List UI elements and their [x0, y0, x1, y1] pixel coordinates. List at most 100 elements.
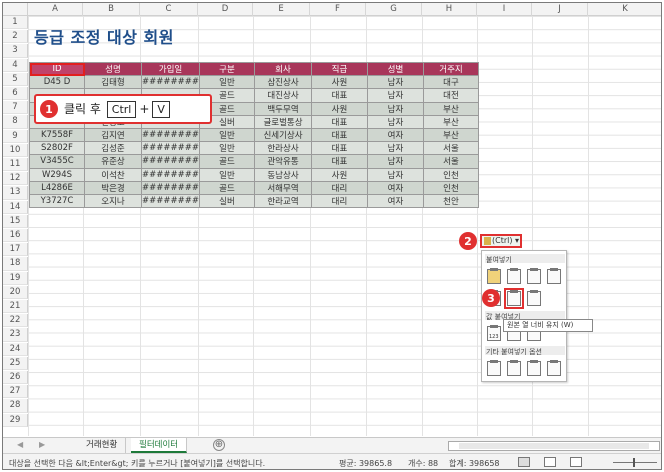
row-number[interactable]: 11 [3, 158, 28, 172]
sheet-tab-filter-data[interactable]: 필터데이터 [131, 438, 188, 453]
row-number[interactable]: 18 [3, 257, 28, 271]
table-cell[interactable]: 김지연 [84, 127, 142, 143]
table-cell[interactable]: 골드 [199, 154, 255, 169]
header-cell[interactable]: 회사 [254, 61, 312, 77]
row-number[interactable]: 8 [3, 115, 28, 129]
row-number[interactable]: 14 [3, 200, 28, 214]
table-cell[interactable]: 남자 [367, 114, 424, 129]
zoom-slider[interactable] [613, 458, 657, 467]
table-cell[interactable]: V3455C [29, 154, 85, 169]
header-cell-id[interactable]: ID [29, 61, 85, 77]
table-cell[interactable]: 서울 [423, 154, 479, 169]
row-number[interactable]: 7 [3, 101, 28, 115]
table-cell[interactable]: 한라상사 [254, 141, 312, 156]
scrollbar-thumb[interactable] [459, 443, 649, 449]
page-break-view-icon[interactable] [570, 457, 582, 467]
column-g[interactable]: G [366, 3, 422, 16]
row-number[interactable]: 29 [3, 413, 28, 427]
table-cell[interactable]: 실버 [199, 193, 255, 209]
table-cell[interactable]: ######## [141, 154, 200, 169]
table-cell[interactable]: 오지나 [84, 193, 142, 209]
row-number[interactable]: 28 [3, 399, 28, 413]
paste-formulas-icon[interactable] [507, 268, 521, 284]
table-cell[interactable]: 일반 [199, 167, 255, 182]
transpose-icon[interactable] [527, 290, 541, 306]
sheet-nav-left-icon[interactable]: ◀ [17, 440, 23, 449]
table-cell[interactable]: 동남상사 [254, 167, 312, 182]
row-number[interactable]: 5 [3, 72, 28, 86]
page-layout-view-icon[interactable] [544, 457, 556, 467]
table-cell[interactable]: 김성준 [84, 141, 142, 156]
table-cell[interactable]: 김태형 [84, 75, 142, 90]
table-cell[interactable]: 인천 [423, 167, 479, 182]
row-number[interactable]: 9 [3, 129, 28, 143]
table-cell[interactable]: 부산 [423, 127, 479, 143]
table-cell[interactable]: 삼진상사 [254, 75, 312, 90]
table-cell[interactable]: 사원 [311, 167, 368, 182]
paste-link-icon[interactable] [507, 360, 521, 376]
header-cell[interactable]: 성명 [84, 61, 142, 77]
paste-picture-icon[interactable] [527, 360, 541, 376]
column-b[interactable]: B [83, 3, 140, 16]
table-cell[interactable]: 한라교역 [254, 193, 312, 209]
table-cell[interactable]: 대전 [423, 88, 479, 103]
sheet-tab-transactions[interactable]: 거래현황 [78, 438, 127, 453]
sheet-nav-right-icon[interactable]: ▶ [39, 440, 45, 449]
table-cell[interactable]: 박은경 [84, 180, 142, 195]
row-number[interactable]: 1 [3, 16, 28, 30]
table-cell[interactable]: 남자 [367, 101, 424, 116]
table-cell[interactable]: 백두무역 [254, 101, 312, 116]
column-c[interactable]: C [140, 3, 198, 16]
column-d[interactable]: D [198, 3, 253, 16]
table-cell[interactable]: 남자 [367, 154, 424, 169]
table-cell[interactable]: 부산 [423, 101, 479, 116]
linked-picture-icon[interactable] [547, 360, 561, 376]
table-cell[interactable]: 대표 [311, 114, 368, 129]
table-cell[interactable]: 일반 [199, 75, 255, 90]
table-cell[interactable]: ######## [141, 193, 200, 209]
column-i[interactable]: I [477, 3, 532, 16]
column-a[interactable]: A [28, 3, 83, 16]
table-cell[interactable]: ######## [141, 180, 200, 195]
header-cell[interactable]: 성별 [367, 61, 424, 77]
normal-view-icon[interactable] [518, 457, 530, 467]
table-cell[interactable]: 대구 [423, 75, 479, 90]
column-k[interactable]: K [588, 3, 661, 16]
row-number[interactable]: 4 [3, 58, 28, 72]
table-cell[interactable]: 관악유통 [254, 154, 312, 169]
table-cell[interactable]: ######## [141, 141, 200, 156]
table-cell[interactable]: 서울 [423, 141, 479, 156]
header-cell[interactable]: 직급 [311, 61, 368, 77]
table-cell[interactable]: 사원 [311, 75, 368, 90]
row-number[interactable]: 23 [3, 328, 28, 342]
table-cell[interactable]: ######## [141, 167, 200, 182]
horizontal-scrollbar[interactable] [448, 441, 660, 451]
paste-options-smart-tag[interactable]: (Ctrl) ▾ [480, 234, 522, 248]
header-cell[interactable]: 거주지 [423, 61, 479, 77]
row-number[interactable]: 13 [3, 186, 28, 200]
table-cell[interactable]: 유준상 [84, 154, 142, 169]
table-cell[interactable]: 대리 [311, 180, 368, 195]
table-cell[interactable]: 신세기상사 [254, 127, 312, 143]
table-cell[interactable]: D45 D [29, 75, 85, 90]
row-number[interactable]: 22 [3, 314, 28, 328]
table-cell[interactable]: 대리 [311, 193, 368, 209]
table-cell[interactable]: 대표 [311, 154, 368, 169]
table-cell[interactable]: 서해무역 [254, 180, 312, 195]
row-number[interactable]: 25 [3, 356, 28, 370]
table-cell[interactable]: 대표 [311, 141, 368, 156]
table-cell[interactable]: 일반 [199, 141, 255, 156]
column-f[interactable]: F [310, 3, 366, 16]
add-sheet-icon[interactable]: ⊕ [213, 439, 225, 451]
table-cell[interactable]: 이석찬 [84, 167, 142, 182]
row-number[interactable]: 26 [3, 371, 28, 385]
paste-values-icon[interactable]: 123 [487, 325, 501, 341]
row-number[interactable]: 27 [3, 385, 28, 399]
table-cell[interactable]: 인천 [423, 180, 479, 195]
table-cell[interactable]: 남자 [367, 167, 424, 182]
table-cell[interactable]: 일반 [199, 127, 255, 143]
table-cell[interactable]: 대표 [311, 127, 368, 143]
row-number[interactable]: 19 [3, 271, 28, 285]
table-cell[interactable]: 골드 [199, 180, 255, 195]
row-number[interactable]: 15 [3, 214, 28, 228]
